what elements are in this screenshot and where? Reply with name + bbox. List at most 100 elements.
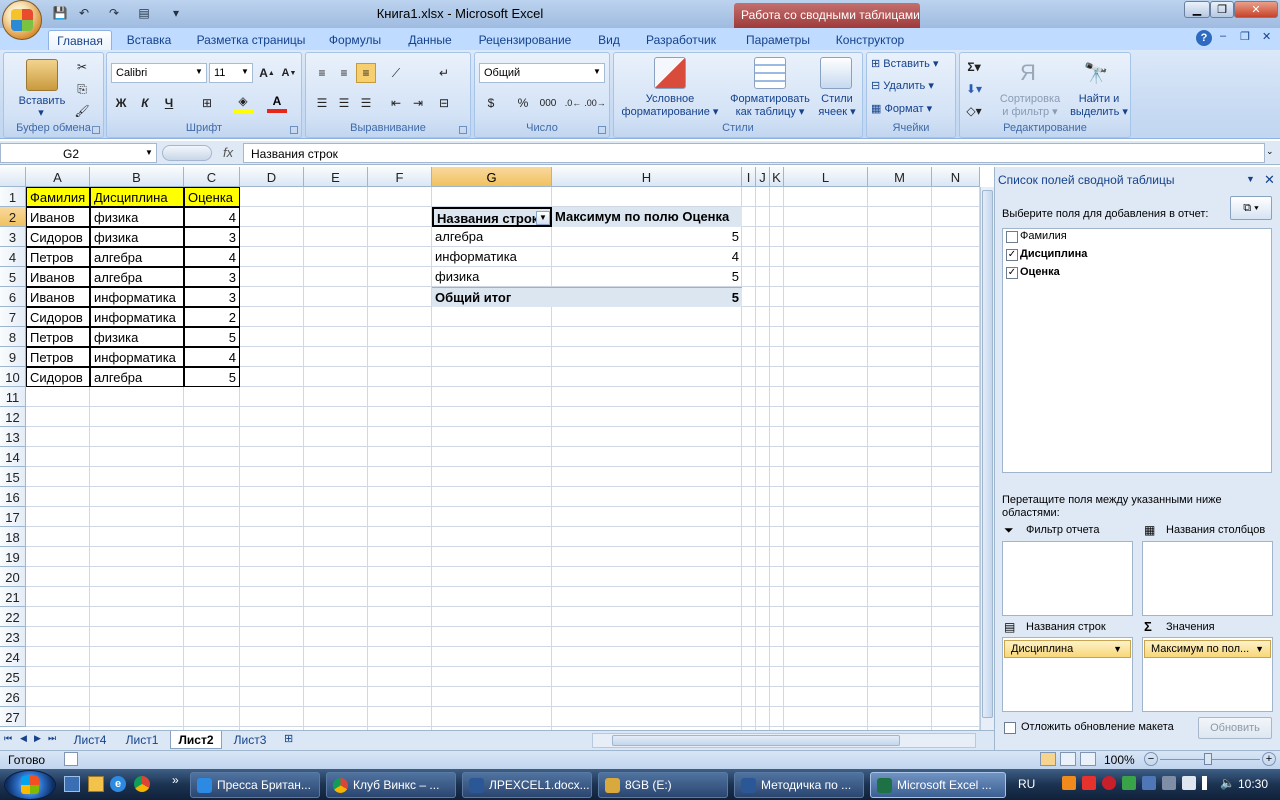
paste-icon[interactable]: [26, 59, 58, 91]
field-checkbox[interactable]: ✓: [1006, 267, 1018, 279]
taskbar-item[interactable]: ЛРEXCEL1.docx...: [462, 772, 592, 798]
format-as-table-icon[interactable]: [754, 57, 786, 89]
page-break-view-icon[interactable]: [1080, 752, 1096, 766]
pivot-value-cell[interactable]: 5: [552, 267, 742, 287]
insert-function-button[interactable]: fx: [223, 145, 233, 160]
clear-icon[interactable]: ◇▾: [964, 101, 984, 121]
row-header-23[interactable]: 23: [0, 627, 26, 647]
paste-dropdown-icon[interactable]: ▾: [26, 107, 56, 120]
column-header-c[interactable]: C: [184, 167, 240, 187]
row-header-9[interactable]: 9: [0, 347, 26, 367]
tray-app-icon[interactable]: [1082, 776, 1096, 790]
update-button[interactable]: Обновить: [1198, 717, 1272, 739]
expand-formula-icon[interactable]: ⌄: [1266, 146, 1274, 157]
row-header-2[interactable]: 2: [0, 207, 26, 227]
insert-sheet-icon[interactable]: ⊞: [284, 732, 302, 747]
chrome-icon[interactable]: [134, 776, 150, 792]
pivot-grand-total-value[interactable]: 5: [552, 287, 742, 307]
column-header-e[interactable]: E: [304, 167, 368, 187]
column-labels-area[interactable]: [1142, 541, 1273, 616]
page-layout-view-icon[interactable]: [1060, 752, 1076, 766]
copy-icon[interactable]: ⎘: [72, 79, 92, 99]
orientation-icon[interactable]: ⟋: [386, 63, 406, 83]
row-field-pill[interactable]: Дисциплина ▼: [1004, 640, 1131, 658]
pivot-row-header-cell[interactable]: Названия строк: [432, 207, 552, 227]
column-header-l[interactable]: L: [784, 167, 868, 187]
column-header-j[interactable]: J: [756, 167, 770, 187]
sheet-nav-prev-icon[interactable]: ◀: [20, 733, 27, 744]
source-header-cell[interactable]: Дисциплина: [90, 187, 184, 207]
italic-button[interactable]: К: [135, 93, 155, 113]
save-icon[interactable]: 💾: [52, 5, 68, 21]
source-data-cell[interactable]: Петров: [26, 347, 90, 367]
formula-bar-splitter[interactable]: [162, 145, 212, 161]
conditional-format-icon[interactable]: [654, 57, 686, 89]
sheet-tab[interactable]: Лист3: [226, 731, 274, 749]
row-header-3[interactable]: 3: [0, 227, 26, 247]
pivot-filter-dropdown-icon[interactable]: ▼: [536, 211, 550, 225]
column-header-k[interactable]: K: [770, 167, 784, 187]
office-button[interactable]: [2, 0, 42, 40]
quicklaunch-overflow-icon[interactable]: »: [172, 773, 179, 787]
source-data-cell[interactable]: 4: [184, 347, 240, 367]
column-header-b[interactable]: B: [90, 167, 184, 187]
row-header-21[interactable]: 21: [0, 587, 26, 607]
row-header-27[interactable]: 27: [0, 707, 26, 727]
pivot-row-label-cell[interactable]: физика: [432, 267, 552, 287]
field-layout-icon[interactable]: ⧉ ▾: [1230, 196, 1272, 220]
minimize-button[interactable]: ▁: [1184, 1, 1210, 18]
format-painter-icon[interactable]: 🖌: [72, 101, 92, 121]
macro-record-icon[interactable]: [64, 752, 78, 766]
doc-close-icon[interactable]: ✕: [1262, 30, 1271, 43]
fill-icon[interactable]: ⬇▾: [964, 79, 984, 99]
source-data-cell[interactable]: 4: [184, 247, 240, 267]
source-data-cell[interactable]: физика: [90, 207, 184, 227]
tab-insert[interactable]: Вставка: [118, 30, 180, 50]
close-button[interactable]: ✕: [1234, 1, 1278, 18]
help-icon[interactable]: ?: [1196, 30, 1212, 46]
sheet-nav-first-icon[interactable]: ⏮: [4, 733, 12, 744]
taskbar-item-active[interactable]: Microsoft Excel ...: [870, 772, 1006, 798]
pivot-row-label-cell[interactable]: информатика: [432, 247, 552, 267]
dialog-launcher-icon[interactable]: [598, 126, 606, 134]
source-header-cell[interactable]: Оценка: [184, 187, 240, 207]
source-data-cell[interactable]: информатика: [90, 287, 184, 307]
underline-button[interactable]: Ч: [159, 93, 179, 113]
pivot-grand-total-label[interactable]: Общий итог: [432, 287, 552, 307]
source-data-cell[interactable]: 5: [184, 367, 240, 387]
tab-view[interactable]: Вид: [588, 30, 630, 50]
currency-icon[interactable]: $: [481, 93, 501, 113]
redo-icon[interactable]: ↷: [106, 5, 122, 21]
tray-app-icon[interactable]: [1162, 776, 1176, 790]
clock[interactable]: 10:30: [1238, 777, 1268, 791]
tray-app-icon[interactable]: [1182, 776, 1196, 790]
sheet-tab-active[interactable]: Лист2: [170, 731, 222, 749]
show-desktop-icon[interactable]: [64, 776, 80, 792]
pivot-row-label-cell[interactable]: алгебра: [432, 227, 552, 247]
tab-formulas[interactable]: Формулы: [320, 30, 390, 50]
report-filter-area[interactable]: [1002, 541, 1133, 616]
source-data-cell[interactable]: Сидоров: [26, 227, 90, 247]
insert-cells-button[interactable]: ⊞ Вставить ▾: [871, 58, 939, 71]
tray-app-icon[interactable]: [1122, 776, 1136, 790]
dialog-launcher-icon[interactable]: [290, 126, 298, 134]
row-header-17[interactable]: 17: [0, 507, 26, 527]
column-header-g[interactable]: G: [432, 167, 552, 187]
font-color-icon[interactable]: A: [267, 93, 287, 113]
pivot-value-header-cell[interactable]: Максимум по полю Оценка: [552, 207, 742, 227]
select-all-corner[interactable]: [0, 167, 26, 187]
row-header-19[interactable]: 19: [0, 547, 26, 567]
row-header-10[interactable]: 10: [0, 367, 26, 387]
name-box-dropdown-icon[interactable]: ▼: [145, 148, 153, 157]
row-header-8[interactable]: 8: [0, 327, 26, 347]
column-header-d[interactable]: D: [240, 167, 304, 187]
pane-options-icon[interactable]: ▼: [1246, 174, 1255, 184]
row-header-5[interactable]: 5: [0, 267, 26, 287]
row-header-1[interactable]: 1: [0, 187, 26, 207]
taskbar-item[interactable]: 8GB (E:): [598, 772, 728, 798]
font-name-combo[interactable]: Calibri: [111, 63, 207, 83]
normal-view-icon[interactable]: [1040, 752, 1056, 766]
cut-icon[interactable]: ✂: [72, 57, 92, 77]
name-box[interactable]: G2: [0, 143, 157, 163]
shrink-font-icon[interactable]: A ▼: [279, 63, 299, 83]
